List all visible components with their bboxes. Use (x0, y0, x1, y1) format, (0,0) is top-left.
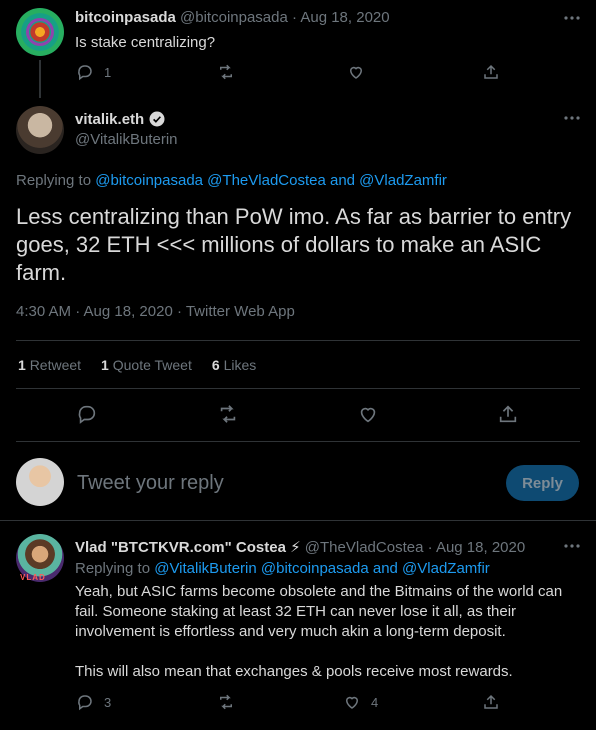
verified-badge-icon (149, 111, 165, 127)
share-icon (484, 694, 498, 709)
tweet-timestamp[interactable]: 4:30 AM · Aug 18, 2020 · Twitter Web App (16, 303, 295, 320)
like-action[interactable] (357, 403, 379, 425)
retweet-action[interactable] (217, 403, 239, 425)
handle[interactable]: @VitalikButerin (75, 131, 178, 148)
engagement-stats: 1 Retweet 1 Quote Tweet 6 Likes (18, 357, 256, 373)
reply-count: 1 (104, 64, 112, 80)
avatar[interactable] (16, 458, 64, 506)
heart-icon (360, 407, 376, 423)
divider (16, 388, 580, 389)
replying-to-links[interactable]: @VitalikButerin @bitcoinpasada and @Vlad… (154, 560, 490, 577)
replying-prefix: Replying to (75, 560, 151, 577)
avatar-tag: VLAD (20, 573, 46, 582)
tweet-header: Vlad "BTCTKVR.com" Costea ⚡ @TheVladCost… (75, 538, 525, 556)
heart-icon (345, 696, 359, 709)
reply-action[interactable]: 3 (76, 693, 111, 711)
avatar[interactable] (16, 106, 64, 154)
replying-to-links[interactable]: @bitcoinpasada @TheVladCostea and @VladZ… (95, 172, 447, 189)
reply-input[interactable]: Tweet your reply (77, 472, 224, 495)
reply-bubble-icon (78, 405, 96, 424)
share-icon (484, 64, 498, 79)
retweet-icon (220, 405, 236, 423)
reply-count: 3 (104, 694, 112, 710)
reply-button[interactable]: Reply (506, 465, 579, 501)
replying-to: Replying to @VitalikButerin @bitcoinpasa… (75, 560, 490, 577)
divider (0, 520, 596, 521)
reply-action[interactable] (76, 403, 98, 425)
tweet-date[interactable]: Aug 18, 2020 (436, 539, 525, 556)
author-name-row: vitalik.eth (75, 110, 166, 128)
share-action[interactable] (482, 693, 500, 711)
tweet-text: Yeah, but ASIC farms become obsolete and… (75, 582, 575, 682)
divider (16, 441, 580, 442)
share-icon (499, 405, 517, 423)
more-options-icon[interactable] (562, 8, 582, 28)
tweet-paragraph: This will also mean that exchanges & poo… (75, 663, 513, 680)
display-name[interactable]: Vlad "BTCTKVR.com" Costea ⚡ (75, 539, 301, 556)
stat-retweets[interactable]: 1 Retweet (18, 357, 81, 373)
replying-prefix: Replying to (16, 172, 92, 189)
retweet-icon (220, 694, 232, 710)
handle[interactable]: @TheVladCostea (305, 539, 424, 556)
stat-likes[interactable]: 6 Likes (212, 357, 256, 373)
tweet-header: bitcoinpasada @bitcoinpasada · Aug 18, 2… (75, 9, 390, 26)
tweet-date[interactable]: Aug 18, 2020 (300, 9, 389, 26)
more-options-icon[interactable] (562, 108, 582, 128)
like-action[interactable] (347, 63, 365, 81)
share-action[interactable] (482, 63, 500, 81)
parent-tweet[interactable]: bitcoinpasada @bitcoinpasada · Aug 18, 2… (0, 0, 596, 98)
handle[interactable]: @bitcoinpasada (180, 9, 288, 26)
reply-bubble-icon (78, 695, 92, 711)
thread-connector (39, 60, 41, 98)
retweet-icon (220, 64, 232, 80)
retweet-action[interactable] (217, 63, 235, 81)
display-name[interactable]: bitcoinpasada (75, 9, 176, 26)
divider (16, 340, 580, 341)
tweet-paragraph: Yeah, but ASIC farms become obsolete and… (75, 583, 563, 640)
like-count: 4 (371, 694, 379, 710)
like-action[interactable]: 4 (343, 693, 378, 711)
heart-icon (349, 66, 363, 79)
share-action[interactable] (497, 403, 519, 425)
stat-quote-tweets[interactable]: 1 Quote Tweet (101, 357, 192, 373)
reply-action[interactable]: 1 (76, 63, 111, 81)
more-options-icon[interactable] (562, 536, 582, 556)
separator: · (287, 9, 301, 26)
avatar[interactable] (16, 8, 64, 56)
display-name[interactable]: vitalik.eth (75, 111, 144, 128)
retweet-action[interactable] (217, 693, 235, 711)
separator: · (423, 539, 436, 556)
tweet-text: Less centralizing than PoW imo. As far a… (16, 204, 572, 285)
replying-to: Replying to @bitcoinpasada @TheVladCoste… (16, 172, 447, 189)
reply-bubble-icon (78, 65, 92, 81)
tweet-actions (0, 403, 596, 427)
tweet-text: Is stake centralizing? (75, 34, 216, 51)
